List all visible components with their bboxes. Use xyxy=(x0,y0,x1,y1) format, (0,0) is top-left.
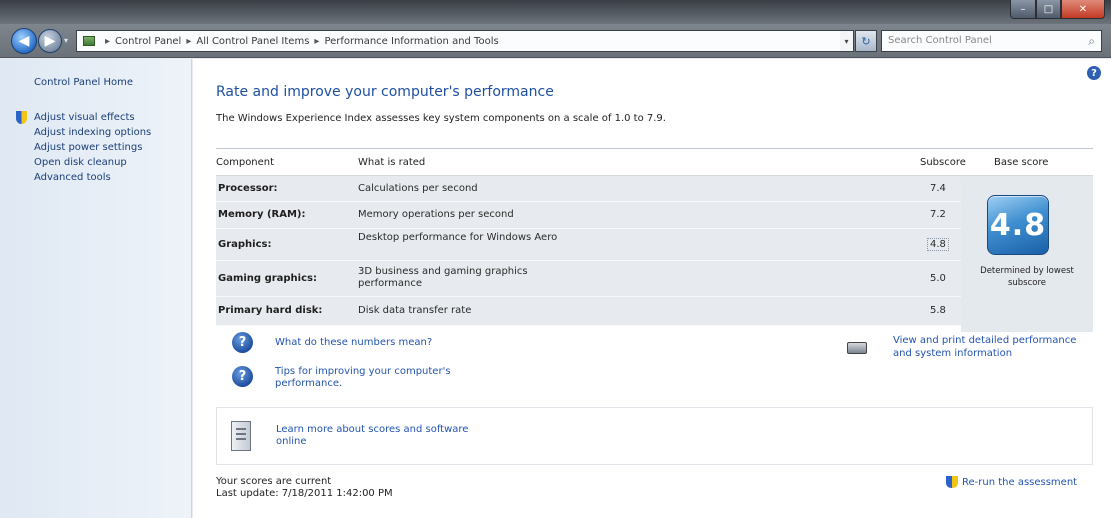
address-bar[interactable]: ▸ Control Panel ▸ All Control Panel Item… xyxy=(76,30,846,52)
page-title: Rate and improve your computer's perform… xyxy=(216,84,554,100)
adjust-indexing-options-link[interactable]: Adjust indexing options xyxy=(34,125,191,140)
help-link-row: ? What do these numbers mean? xyxy=(232,332,432,353)
adjust-visual-effects-link[interactable]: Adjust visual effects xyxy=(34,110,191,125)
refresh-button[interactable]: ↻ xyxy=(855,30,877,52)
table-header: Component What is rated Subscore Base sc… xyxy=(216,148,1093,176)
view-print-details-link[interactable]: View and print detailed performance and … xyxy=(893,334,1093,360)
scores-current-text: Your scores are current xyxy=(216,476,332,487)
open-disk-cleanup-link[interactable]: Open disk cleanup xyxy=(34,155,191,170)
document-icon xyxy=(231,421,251,451)
rerun-assessment: Re-run the assessment xyxy=(946,476,1077,488)
search-input[interactable]: Search Control Panel ⌕ xyxy=(881,30,1102,52)
close-button[interactable]: ✕ xyxy=(1061,0,1105,19)
recent-pages-dropdown[interactable]: ▾ xyxy=(64,36,68,45)
search-icon[interactable]: ⌕ xyxy=(1088,34,1095,49)
base-score-cell: 4.8 Determined by lowest subscore xyxy=(961,177,1093,332)
row-component: Primary hard disk: xyxy=(218,305,323,316)
minimize-button[interactable]: – xyxy=(1010,0,1036,19)
breadcrumb-separator[interactable]: ▸ xyxy=(186,36,191,47)
row-rated: Disk data transfer rate xyxy=(358,305,472,316)
adjust-power-settings-link[interactable]: Adjust power settings xyxy=(34,140,191,155)
help-icon[interactable]: ? xyxy=(1087,66,1101,80)
breadcrumb-performance[interactable]: Performance Information and Tools xyxy=(324,36,498,47)
base-score-tile: 4.8 xyxy=(987,195,1049,255)
breadcrumb-all-items[interactable]: All Control Panel Items xyxy=(196,36,309,47)
base-score-note: Determined by lowest subscore xyxy=(980,266,1074,288)
advanced-tools-link[interactable]: Advanced tools xyxy=(34,170,191,185)
learn-more-scores-link[interactable]: Learn more about scores and software onl… xyxy=(276,424,476,448)
navigation-bar: ◀ ▶ ▾ ▸ Control Panel ▸ All Control Pane… xyxy=(0,24,1111,58)
header-what-is-rated: What is rated xyxy=(358,157,426,168)
row-rated: Desktop performance for Windows Aero xyxy=(358,232,558,243)
shield-icon xyxy=(946,476,958,488)
help-link-row: ? Tips for improving your computer's per… xyxy=(232,366,465,390)
row-component: Memory (RAM): xyxy=(218,209,306,220)
header-component: Component xyxy=(216,157,275,168)
score-status: Your scores are current Last update: 7/1… xyxy=(216,476,393,500)
row-component: Graphics: xyxy=(218,239,272,250)
forward-button[interactable]: ▶ xyxy=(38,29,62,53)
back-button[interactable]: ◀ xyxy=(11,28,37,54)
search-placeholder: Search Control Panel xyxy=(888,35,992,46)
breadcrumb-separator[interactable]: ▸ xyxy=(314,36,319,47)
row-subscore: 5.0 xyxy=(930,273,946,284)
rerun-assessment-link[interactable]: Re-run the assessment xyxy=(962,477,1077,488)
header-subscore: Subscore xyxy=(920,157,966,168)
breadcrumb-separator[interactable]: ▸ xyxy=(105,36,110,47)
sidebar-item-visual-effects: Adjust visual effects xyxy=(16,110,191,125)
task-pane: Control Panel Home Adjust visual effects… xyxy=(0,59,192,518)
tips-improving-performance-link[interactable]: Tips for improving your computer's perfo… xyxy=(275,366,465,390)
row-component: Processor: xyxy=(218,183,278,194)
row-rated: 3D business and gaming graphics performa… xyxy=(358,266,528,289)
row-rated: Memory operations per second xyxy=(358,209,514,220)
question-icon: ? xyxy=(232,332,253,353)
header-base-score: Base score xyxy=(994,157,1049,168)
learn-more-box: Learn more about scores and software onl… xyxy=(216,407,1093,465)
row-subscore: 7.4 xyxy=(930,183,946,194)
last-update-text: Last update: 7/18/2011 1:42:00 PM xyxy=(216,488,393,499)
title-bar[interactable]: – □ ✕ xyxy=(0,0,1111,24)
maximize-button[interactable]: □ xyxy=(1036,0,1061,19)
breadcrumb-control-panel[interactable]: Control Panel xyxy=(115,36,181,47)
printer-icon xyxy=(847,342,867,354)
main-content: ? Rate and improve your computer's perfo… xyxy=(193,59,1111,518)
row-subscore: 7.2 xyxy=(930,209,946,220)
row-subscore: 5.8 xyxy=(930,305,946,316)
row-rated: Calculations per second xyxy=(358,183,478,194)
question-icon: ? xyxy=(232,366,253,387)
window-controls: – □ ✕ xyxy=(1010,0,1105,20)
app-window: – □ ✕ ◀ ▶ ▾ ▸ Control Panel ▸ All Contro… xyxy=(0,0,1111,518)
score-table: Component What is rated Subscore Base sc… xyxy=(216,148,1093,332)
row-component: Gaming graphics: xyxy=(218,273,317,284)
control-panel-home-link[interactable]: Control Panel Home xyxy=(34,75,191,90)
page-description: The Windows Experience Index assesses ke… xyxy=(216,113,666,124)
row-subscore-lowest: 4.8 xyxy=(927,238,949,251)
shield-icon xyxy=(16,111,27,124)
what-do-numbers-mean-link[interactable]: What do these numbers mean? xyxy=(275,337,432,349)
address-dropdown-button[interactable]: ▾ xyxy=(840,30,854,52)
control-panel-icon xyxy=(83,36,95,46)
